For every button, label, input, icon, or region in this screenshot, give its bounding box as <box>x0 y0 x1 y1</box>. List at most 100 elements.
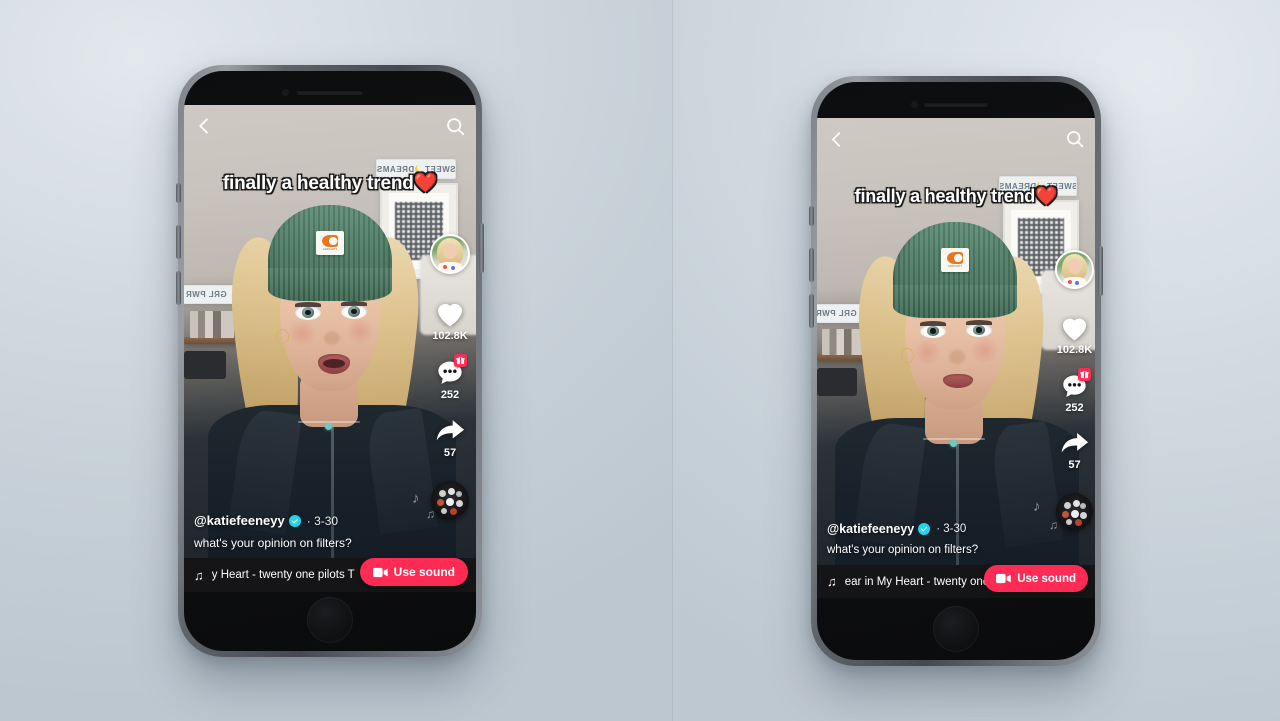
disc-dot <box>456 500 463 507</box>
front-camera <box>282 89 289 96</box>
music-note-decoration: ♪ <box>412 490 420 507</box>
search-icon[interactable] <box>445 116 466 137</box>
volume-down-button[interactable] <box>176 271 181 305</box>
avatar-face <box>1067 259 1082 275</box>
share-count: 57 <box>443 447 457 459</box>
disc-dot <box>1073 500 1080 507</box>
back-icon[interactable] <box>827 130 846 149</box>
like-button[interactable]: 102.8K <box>432 298 468 342</box>
disc-dot <box>1064 502 1071 509</box>
video-frame: SWEET🌙DREAMS GRL PWR CARHARTT finally a … <box>184 105 476 592</box>
video-caption-text: finally a healthy trend❤️ <box>222 173 438 194</box>
share-count: 57 <box>1068 459 1081 471</box>
blush-right <box>344 319 376 343</box>
search-icon[interactable] <box>1065 129 1085 149</box>
video-meta: @katiefeeneyy · 3-30 what's your opinion… <box>827 522 1035 556</box>
eye-right <box>341 304 367 319</box>
disc-dot <box>450 508 457 515</box>
volume-up-button[interactable] <box>809 248 814 282</box>
ring-silent-switch[interactable] <box>809 206 814 226</box>
earring-left <box>901 348 914 363</box>
pupil-left <box>930 328 936 334</box>
creator-avatar[interactable] <box>1055 250 1094 289</box>
earpiece-speaker <box>924 102 988 107</box>
iphone-device-left: SWEET🌙DREAMS GRL PWR CARHARTT finally a … <box>176 65 484 657</box>
music-note-icon: ♫ <box>194 567 204 583</box>
use-sound-button[interactable]: Use sound <box>359 558 468 586</box>
disc-dot <box>1066 519 1072 525</box>
photo-panel-right: SWEET🌙DREAMS GRL PWR CARHARTT finally a … <box>672 0 1280 721</box>
beanie-cuff <box>268 268 392 301</box>
ring-silent-switch[interactable] <box>176 183 181 203</box>
comment-icon <box>435 354 467 387</box>
disc-dot <box>448 488 455 495</box>
pupil-right <box>351 308 357 315</box>
home-button[interactable] <box>933 606 979 652</box>
action-rail: 102.8K 252 57 <box>1055 250 1094 530</box>
volume-down-button[interactable] <box>809 294 814 328</box>
username-row[interactable]: @katiefeeneyy · 3-30 <box>827 522 1035 536</box>
gift-icon <box>1078 368 1091 381</box>
tiktok-topbar <box>184 109 476 143</box>
pupil-left <box>305 309 311 316</box>
disc-dot <box>1080 512 1087 519</box>
comment-count: 252 <box>1065 402 1084 414</box>
creator-avatar[interactable] <box>430 234 470 274</box>
disc-dot <box>446 498 454 506</box>
home-button[interactable] <box>307 597 353 643</box>
back-icon[interactable] <box>194 116 214 136</box>
eye-left <box>920 324 946 338</box>
avatar-accent-b <box>450 266 455 270</box>
carhartt-patch-text: CARHARTT <box>322 248 338 252</box>
beanie-hat: CARHARTT <box>268 205 392 301</box>
like-count: 102.8K <box>432 330 468 342</box>
disc-dot <box>441 508 447 514</box>
power-button[interactable] <box>1098 246 1103 296</box>
heart-icon <box>1059 313 1090 342</box>
avatar-accent-a <box>1067 280 1072 284</box>
screenshot-stage: SWEET🌙DREAMS GRL PWR CARHARTT finally a … <box>0 0 1280 721</box>
photo-seam-divider <box>672 0 673 721</box>
power-button[interactable] <box>479 223 484 273</box>
avatar-body <box>437 261 463 272</box>
earring-left <box>276 329 289 344</box>
disc-dot <box>1071 510 1079 518</box>
eye-right <box>966 323 992 337</box>
carhartt-patch-text: CARHARTT <box>947 265 963 269</box>
blush-left <box>911 340 943 364</box>
volume-up-button[interactable] <box>176 225 181 259</box>
video-camera-icon <box>996 573 1011 584</box>
gift-icon <box>454 354 467 367</box>
share-button[interactable]: 57 <box>1059 430 1090 471</box>
carhartt-logo <box>321 234 339 248</box>
username-row[interactable]: @katiefeeneyy · 3-30 <box>194 513 412 528</box>
eyelash-right <box>966 320 992 325</box>
like-button[interactable]: 102.8K <box>1057 313 1092 356</box>
tiktok-screen-left[interactable]: SWEET🌙DREAMS GRL PWR CARHARTT finally a … <box>184 105 476 592</box>
carhartt-patch: CARHARTT <box>941 248 969 272</box>
comment-button[interactable]: 252 <box>435 354 467 401</box>
disc-dot <box>439 490 446 497</box>
comment-icon <box>1060 368 1091 400</box>
tiktok-topbar <box>817 122 1095 156</box>
blush-left <box>286 321 318 345</box>
music-disc-icon[interactable] <box>1056 493 1093 530</box>
tiktok-screen-right[interactable]: SWEET🌙DREAMS GRL PWR CARHARTT finally a … <box>817 118 1095 598</box>
action-rail: 102.8K 252 57 <box>430 234 470 519</box>
blush-right <box>969 338 1001 362</box>
carhartt-patch: CARHARTT <box>316 231 344 255</box>
photo-panel-left: SWEET🌙DREAMS GRL PWR CARHARTT finally a … <box>0 0 672 721</box>
comment-button[interactable]: 252 <box>1060 368 1091 414</box>
carhartt-logo <box>946 251 964 265</box>
music-note-icon: ♫ <box>827 574 837 589</box>
username: @katiefeeneyy <box>827 522 915 536</box>
video-caption-text: finally a healthy trend❤️ <box>854 186 1058 206</box>
disc-dot <box>437 499 444 506</box>
username: @katiefeeneyy <box>194 513 285 528</box>
share-arrow-icon <box>1059 430 1090 457</box>
eyelash-right <box>341 301 367 306</box>
use-sound-button[interactable]: Use sound <box>984 565 1088 592</box>
music-note-decoration: ♪ <box>1033 498 1041 515</box>
share-button[interactable]: 57 <box>434 417 466 459</box>
music-disc-icon[interactable] <box>431 481 469 519</box>
